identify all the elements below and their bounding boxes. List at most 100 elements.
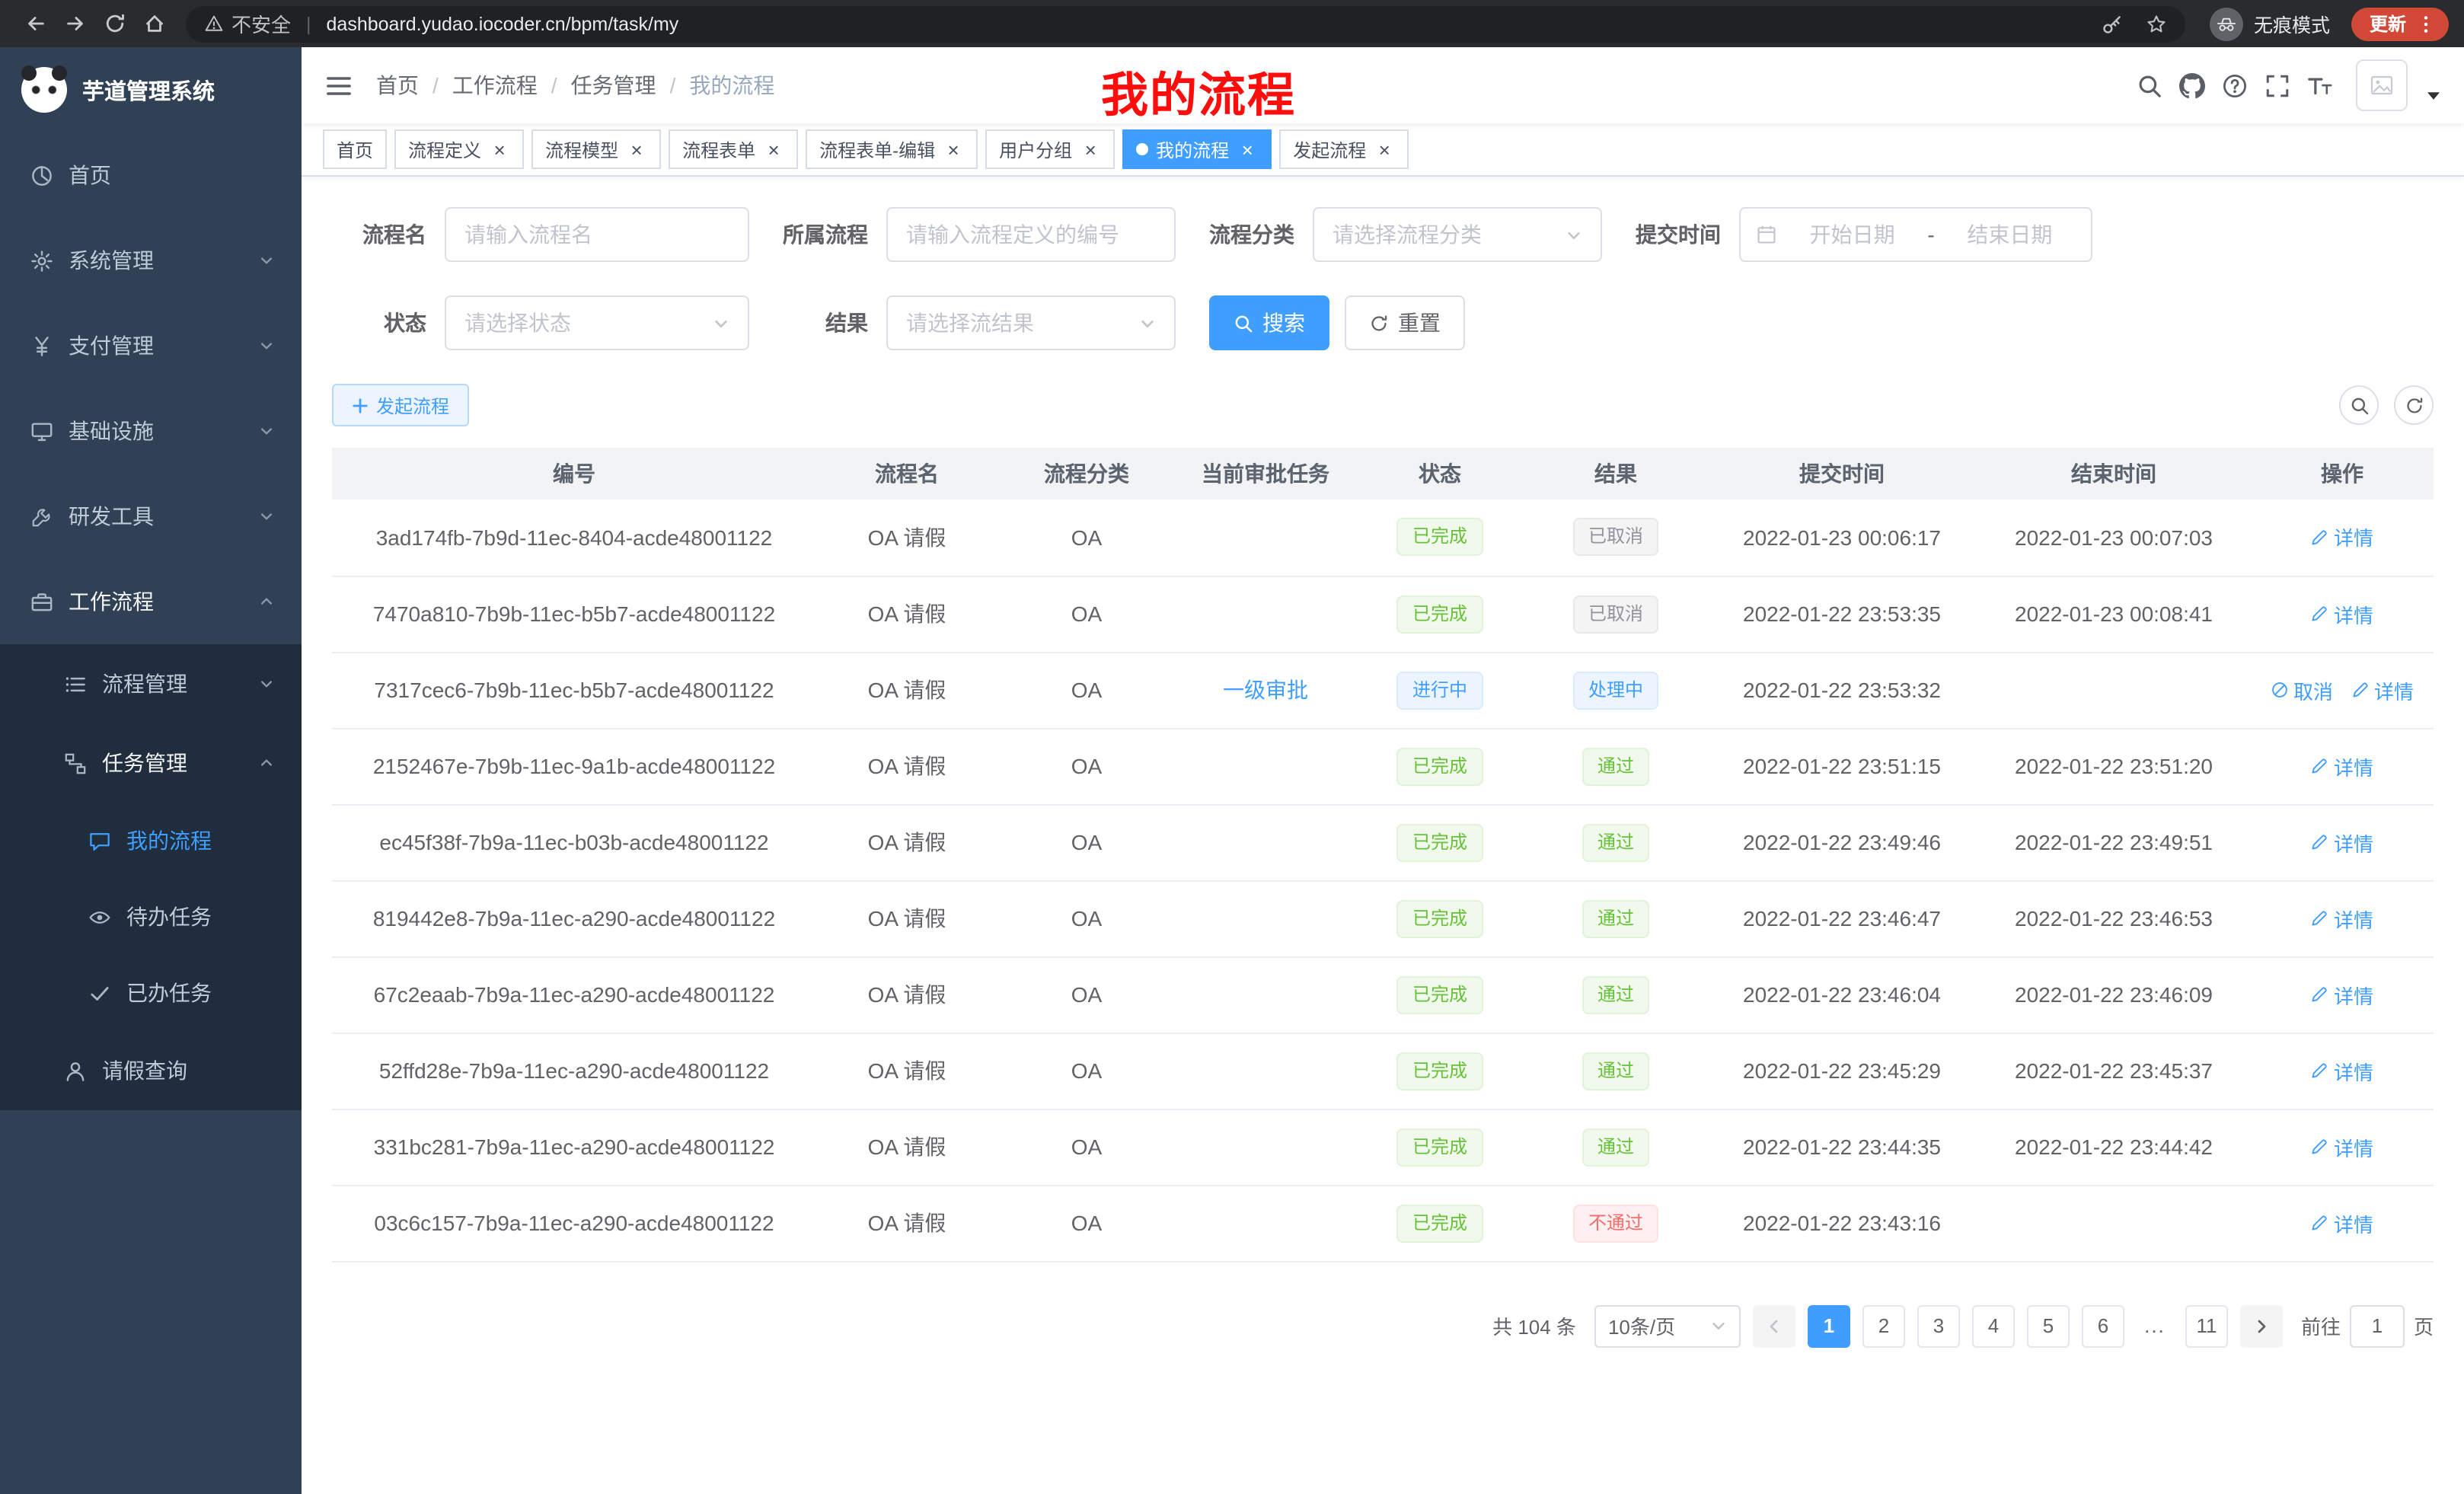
bookmark-star-icon[interactable] bbox=[2146, 13, 2167, 34]
cell-submit-time: 2022-01-22 23:45:29 bbox=[1707, 1033, 1977, 1109]
tab-process-definition[interactable]: 流程定义× bbox=[394, 129, 524, 169]
tab-close-icon[interactable]: × bbox=[763, 139, 784, 160]
cell-result: 通过 bbox=[1524, 804, 1707, 880]
tab-close-icon[interactable]: × bbox=[489, 139, 510, 160]
caret-down-icon[interactable] bbox=[2427, 90, 2440, 102]
tab-close-icon[interactable]: × bbox=[1080, 139, 1101, 160]
tab-process-form-edit[interactable]: 流程表单-编辑× bbox=[806, 129, 978, 169]
category-select[interactable]: 请选择流程分类 bbox=[1313, 207, 1602, 262]
user-avatar[interactable] bbox=[2356, 59, 2408, 111]
submit-time-range-picker[interactable]: 开始日期 - 结束日期 bbox=[1739, 207, 2092, 262]
help-icon[interactable] bbox=[2222, 72, 2248, 98]
action-detail-link[interactable]: 详情 bbox=[2311, 1056, 2373, 1085]
cell-result: 不通过 bbox=[1524, 1185, 1707, 1261]
goto-page-input[interactable] bbox=[2350, 1304, 2405, 1347]
current-task-link[interactable]: 一级审批 bbox=[1223, 678, 1308, 702]
search-button[interactable]: 搜索 bbox=[1209, 295, 1329, 350]
action-detail-link[interactable]: 详情 bbox=[2311, 904, 2373, 933]
page-button-11[interactable]: 11 bbox=[2185, 1304, 2228, 1347]
browser-home-button[interactable] bbox=[134, 4, 174, 43]
browser-back-button[interactable] bbox=[15, 4, 55, 43]
process-name-input[interactable] bbox=[464, 222, 729, 247]
fullscreen-icon[interactable] bbox=[2265, 72, 2290, 98]
tab-my-process[interactable]: 我的流程× bbox=[1122, 129, 1272, 169]
sidebar-item-leave-query[interactable]: 请假查询 bbox=[0, 1031, 302, 1110]
page-button-4[interactable]: 4 bbox=[1972, 1304, 2015, 1347]
next-page-button[interactable] bbox=[2240, 1304, 2283, 1347]
page-button-1[interactable]: 1 bbox=[1808, 1304, 1850, 1347]
sidebar-item-task-management[interactable]: 任务管理 bbox=[0, 723, 302, 803]
browser-forward-button[interactable] bbox=[55, 4, 94, 43]
column-header: 结果 bbox=[1524, 448, 1707, 500]
pagination: 共 104 条 10条/页 123456...11 前往 页 bbox=[332, 1304, 2434, 1377]
create-process-button[interactable]: 发起流程 bbox=[332, 384, 469, 426]
tab-home[interactable]: 首页 bbox=[323, 129, 387, 169]
page-more-icon[interactable]: ... bbox=[2137, 1314, 2173, 1337]
header-search-icon[interactable] bbox=[2137, 72, 2162, 98]
password-key-icon[interactable] bbox=[2102, 13, 2123, 34]
breadcrumb-item[interactable]: 首页 bbox=[376, 70, 419, 101]
browser-reload-button[interactable] bbox=[94, 4, 134, 43]
reset-button[interactable]: 重置 bbox=[1345, 295, 1465, 350]
page-button-2[interactable]: 2 bbox=[1862, 1304, 1905, 1347]
action-detail-link[interactable]: 详情 bbox=[2311, 1208, 2373, 1237]
search-toggle-button[interactable] bbox=[2339, 385, 2379, 425]
toolbar-row: 发起流程 bbox=[332, 384, 2434, 426]
tab-process-model[interactable]: 流程模型× bbox=[531, 129, 661, 169]
page-size-select[interactable]: 10条/页 bbox=[1594, 1304, 1741, 1347]
result-select[interactable]: 请选择流结果 bbox=[886, 295, 1176, 350]
tab-close-icon[interactable]: × bbox=[1374, 139, 1395, 160]
cell-id: 52ffd28e-7b9a-11ec-a290-acde48001122 bbox=[332, 1033, 816, 1109]
cell-submit-time: 2022-01-22 23:43:16 bbox=[1707, 1185, 1977, 1261]
chevron-down-icon bbox=[259, 253, 274, 268]
sidebar-item-devtools[interactable]: 研发工具 bbox=[0, 474, 302, 559]
page-button-3[interactable]: 3 bbox=[1917, 1304, 1960, 1347]
sidebar-item-infrastructure[interactable]: 基础设施 bbox=[0, 388, 302, 474]
page-button-6[interactable]: 6 bbox=[2082, 1304, 2124, 1347]
font-size-icon[interactable] bbox=[2307, 72, 2333, 98]
tab-close-icon[interactable]: × bbox=[943, 139, 964, 160]
sidebar-item-system[interactable]: 系统管理 bbox=[0, 218, 302, 303]
sidebar-item-my-process[interactable]: 我的流程 bbox=[0, 803, 302, 879]
incognito-avatar[interactable] bbox=[2210, 7, 2243, 40]
sidebar-item-done-task[interactable]: 已办任务 bbox=[0, 955, 302, 1031]
tab-process-form[interactable]: 流程表单× bbox=[669, 129, 798, 169]
github-icon[interactable] bbox=[2179, 72, 2205, 98]
action-detail-link[interactable]: 详情 bbox=[2311, 523, 2373, 552]
action-detail-link[interactable]: 详情 bbox=[2311, 1132, 2373, 1161]
sidebar-item-home[interactable]: 首页 bbox=[0, 132, 302, 218]
cell-name: OA 请假 bbox=[816, 500, 997, 576]
page-button-5[interactable]: 5 bbox=[2027, 1304, 2070, 1347]
sidebar-item-payment[interactable]: 支付管理 bbox=[0, 303, 302, 388]
hamburger-icon[interactable] bbox=[326, 72, 352, 98]
table-refresh-button[interactable] bbox=[2394, 385, 2434, 425]
sidebar-item-process-management[interactable]: 流程管理 bbox=[0, 644, 302, 723]
column-header: 操作 bbox=[2251, 448, 2434, 500]
process-def-input[interactable] bbox=[906, 222, 1156, 247]
action-cancel-link[interactable]: 取消 bbox=[2271, 675, 2333, 704]
tab-close-icon[interactable]: × bbox=[1237, 139, 1258, 160]
address-bar[interactable]: 不安全 | dashboard.yudao.iocoder.cn/bpm/tas… bbox=[186, 5, 2185, 42]
filter-row-2: 状态 请选择状态 结果 请选择流结果 搜索 重置 bbox=[332, 295, 2434, 350]
tab-close-icon[interactable]: × bbox=[626, 139, 647, 160]
app-logo-row[interactable]: 芋道管理系统 bbox=[0, 47, 302, 132]
sidebar-item-workflow[interactable]: 工作流程 bbox=[0, 559, 302, 644]
action-detail-link[interactable]: 详情 bbox=[2311, 752, 2373, 781]
breadcrumb-item[interactable]: 任务管理 bbox=[571, 70, 656, 101]
action-detail-link[interactable]: 详情 bbox=[2311, 599, 2373, 628]
tab-user-group[interactable]: 用户分组× bbox=[985, 129, 1115, 169]
prev-page-button[interactable] bbox=[1753, 1304, 1795, 1347]
action-label: 详情 bbox=[2334, 1056, 2373, 1085]
action-detail-link[interactable]: 详情 bbox=[2351, 675, 2414, 704]
url-text: dashboard.yudao.iocoder.cn/bpm/task/my bbox=[327, 13, 679, 34]
breadcrumb-item[interactable]: 工作流程 bbox=[452, 70, 538, 101]
table-row: 819442e8-7b9a-11ec-a290-acde48001122OA 请… bbox=[332, 880, 2434, 956]
action-detail-link[interactable]: 详情 bbox=[2311, 980, 2373, 1009]
status-select[interactable]: 请选择状态 bbox=[445, 295, 749, 350]
tab-start-process[interactable]: 发起流程× bbox=[1279, 129, 1409, 169]
update-button[interactable]: 更新 bbox=[2351, 7, 2449, 40]
sidebar-item-todo-task[interactable]: 待办任务 bbox=[0, 879, 302, 955]
action-detail-link[interactable]: 详情 bbox=[2311, 828, 2373, 857]
user-icon bbox=[64, 1059, 87, 1082]
kebab-menu-icon[interactable] bbox=[2417, 14, 2435, 33]
